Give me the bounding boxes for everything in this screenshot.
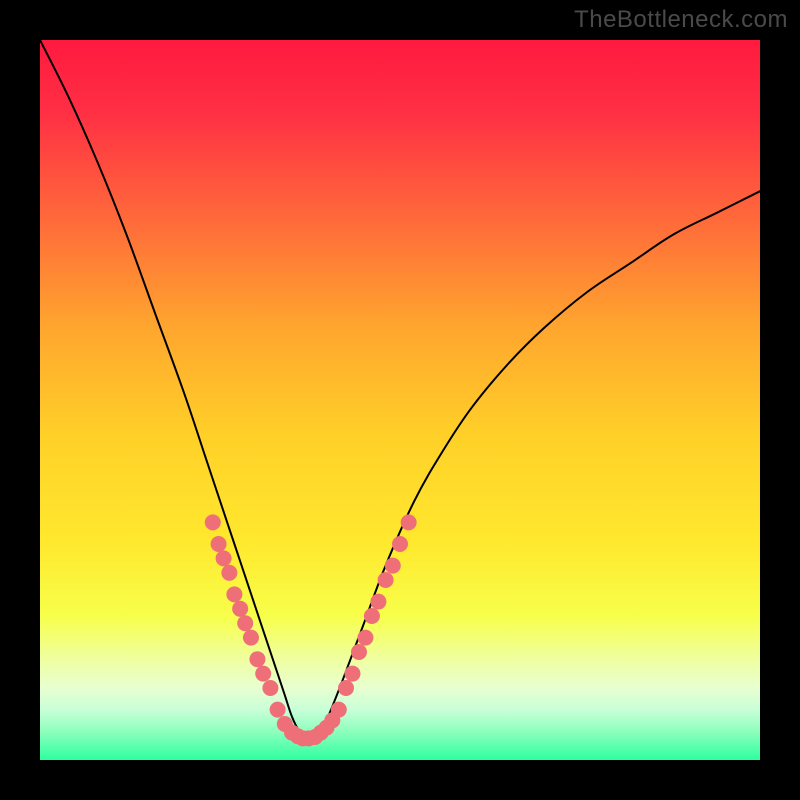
data-marker [262, 680, 278, 696]
data-marker [392, 536, 408, 552]
data-marker [401, 514, 417, 530]
data-marker [226, 586, 242, 602]
data-marker [249, 651, 265, 667]
data-marker [216, 550, 232, 566]
data-marker [270, 702, 286, 718]
data-marker [344, 666, 360, 682]
data-marker [232, 601, 248, 617]
data-marker [370, 594, 386, 610]
data-marker [338, 680, 354, 696]
plot-area [40, 40, 760, 760]
data-marker [331, 702, 347, 718]
data-marker [211, 536, 227, 552]
data-marker [237, 615, 253, 631]
gradient-background [40, 40, 760, 760]
data-marker [357, 630, 373, 646]
data-marker [385, 558, 401, 574]
chart-svg [40, 40, 760, 760]
data-marker [221, 565, 237, 581]
data-marker [255, 666, 271, 682]
data-marker [243, 630, 259, 646]
watermark-text: TheBottleneck.com [574, 6, 788, 34]
data-marker [364, 608, 380, 624]
data-marker [205, 514, 221, 530]
data-marker [378, 572, 394, 588]
chart-container: TheBottleneck.com [0, 0, 800, 800]
data-marker [351, 644, 367, 660]
